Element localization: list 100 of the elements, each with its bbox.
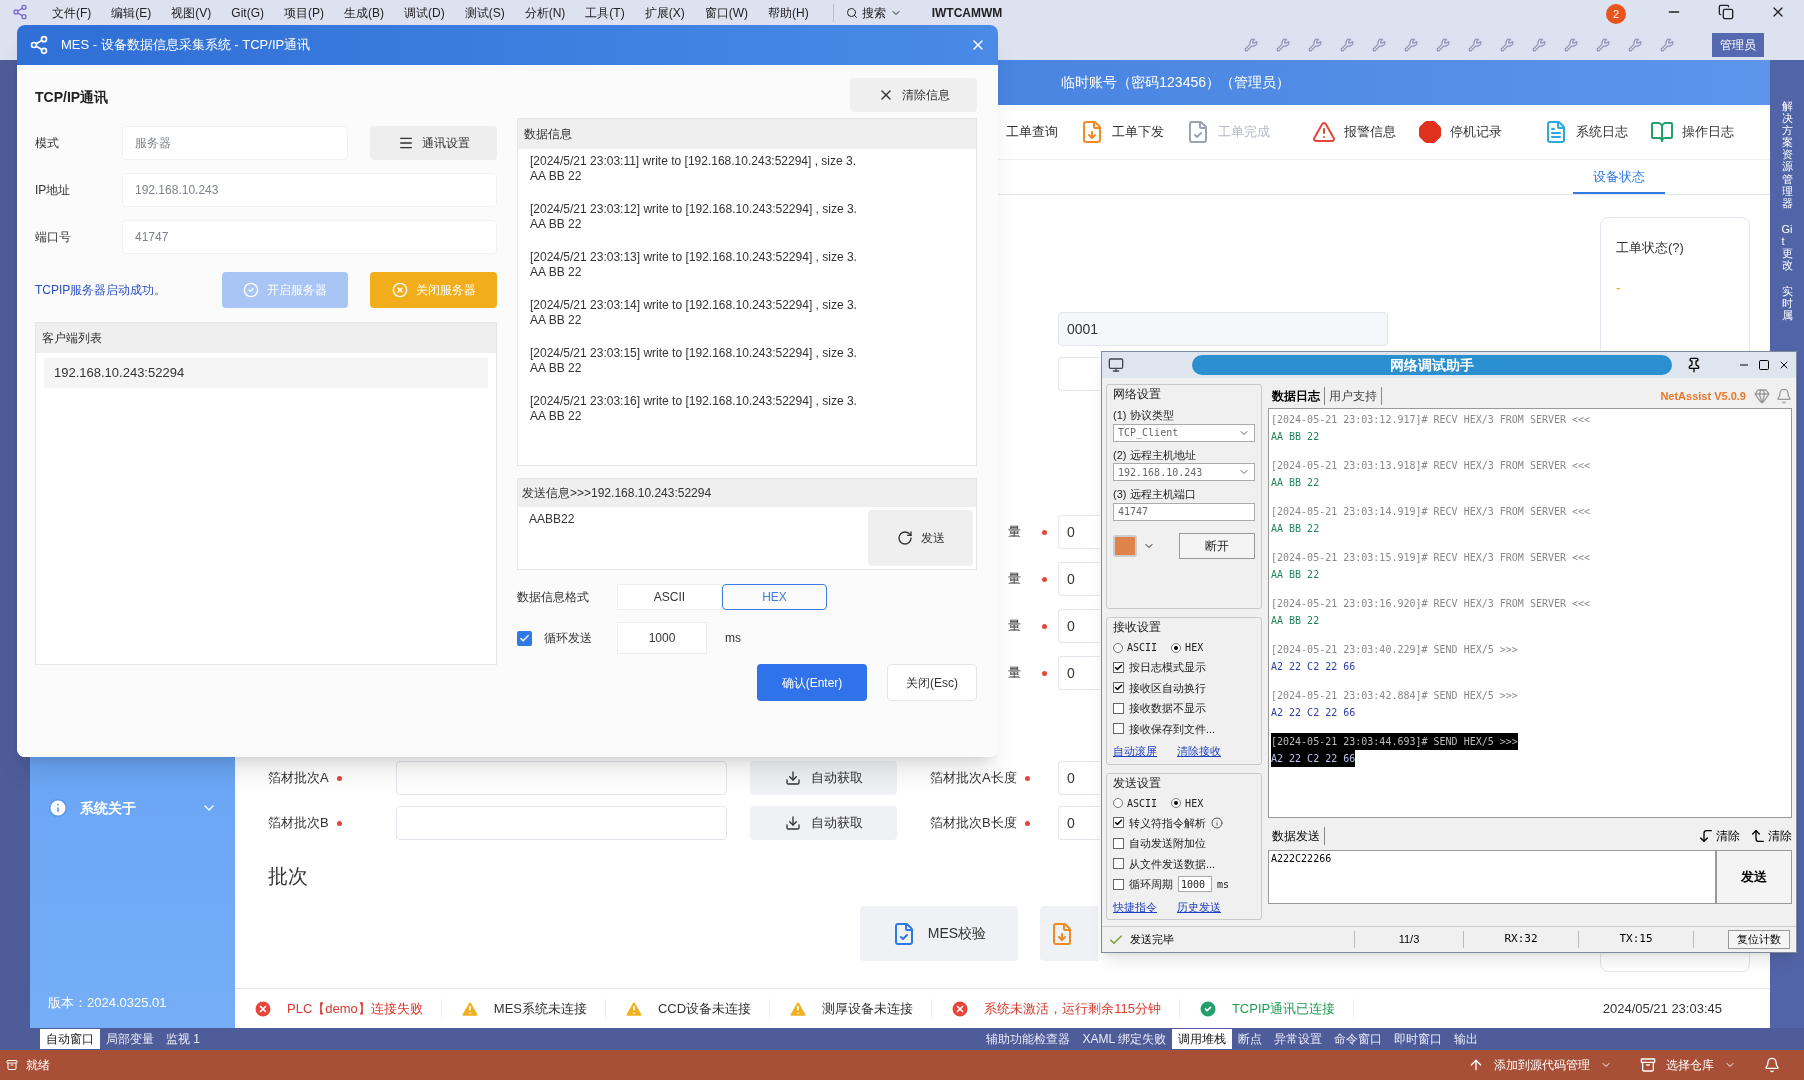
menu-item[interactable]: 生成(B)	[334, 4, 394, 22]
menu-item[interactable]: 调试(D)	[394, 4, 455, 22]
number-field[interactable]: 0	[1058, 656, 1100, 690]
bell-icon[interactable]	[1776, 388, 1792, 404]
clear-button[interactable]: 清除信息	[850, 78, 977, 112]
action-button[interactable]	[1040, 906, 1098, 961]
panel-tab[interactable]: 输出	[1448, 1029, 1484, 1049]
menu-item[interactable]: 项目(P)	[274, 4, 334, 22]
toolbar-icon[interactable]	[1308, 38, 1322, 52]
confirm-button[interactable]: 确认(Enter)	[757, 664, 867, 701]
toolbar-icon[interactable]	[1660, 38, 1674, 52]
reset-counter-button[interactable]: 复位计数	[1728, 930, 1790, 949]
side-tab[interactable]: 实时属	[1781, 281, 1793, 326]
menu-item[interactable]: 窗口(W)	[694, 4, 758, 22]
checkbox[interactable]	[1113, 723, 1124, 735]
link[interactable]: 清除接收	[1177, 743, 1221, 760]
menu-item[interactable]: 工具(T)	[575, 4, 635, 22]
auto-fetch-button[interactable]: 自动获取	[750, 806, 897, 840]
send-button[interactable]: 发送	[1716, 850, 1792, 904]
status-button[interactable]: 选择仓库	[1640, 1056, 1736, 1074]
checkbox[interactable]	[517, 630, 532, 646]
notification-badge[interactable]: 2	[1606, 4, 1626, 24]
disconnect-button[interactable]: 断开	[1179, 532, 1255, 559]
menu-item[interactable]: 测试(S)	[454, 4, 515, 22]
text-field[interactable]	[396, 761, 727, 795]
tab[interactable]: 数据发送	[1268, 827, 1325, 845]
panel-tab[interactable]: 即时窗口	[1388, 1029, 1448, 1049]
menu-item[interactable]: 帮助(H)	[758, 4, 819, 22]
number-field[interactable]: 0	[1058, 806, 1100, 840]
panel-tab[interactable]: 异常设置	[1268, 1029, 1328, 1049]
toolbar-icon[interactable]	[1372, 38, 1386, 52]
side-tab[interactable]: Git 更改	[1781, 218, 1793, 276]
protocol-dropdown[interactable]: TCP_Client	[1113, 423, 1255, 442]
host-dropdown[interactable]: 192.168.10.243	[1113, 463, 1255, 481]
toolbar-icon[interactable]	[1276, 38, 1290, 52]
checkbox[interactable]	[1113, 702, 1124, 714]
tab[interactable]: 数据日志	[1268, 387, 1325, 405]
clear-button[interactable]: 清除	[1698, 827, 1740, 845]
client-item[interactable]: 192.168.10.243:52294	[44, 358, 488, 388]
checkbox[interactable]	[1113, 858, 1124, 870]
gem-icon[interactable]	[1754, 388, 1770, 404]
checkbox[interactable]	[1113, 878, 1124, 890]
input-field[interactable]: 192.168.10.243	[122, 173, 497, 207]
settings-button[interactable]: 通讯设置	[370, 126, 497, 160]
link[interactable]: 快捷指令	[1113, 898, 1157, 915]
interval-field[interactable]: 1000	[617, 622, 707, 654]
toolbar-button[interactable]: 系统日志	[1544, 120, 1628, 144]
restore-icon[interactable]	[1718, 4, 1734, 20]
panel-tab[interactable]: 监视 1	[160, 1029, 206, 1049]
maximize-icon[interactable]	[1758, 359, 1770, 371]
menu-item[interactable]: 编辑(E)	[101, 4, 162, 22]
number-field[interactable]: 0	[1058, 761, 1100, 795]
text-field[interactable]	[1058, 357, 1100, 391]
panel-tab[interactable]: 局部变量	[100, 1029, 160, 1049]
auto-fetch-button[interactable]: 自动获取	[750, 761, 897, 795]
search-button[interactable]: 搜索	[832, 4, 902, 22]
close-icon[interactable]	[1778, 359, 1790, 371]
info-icon[interactable]	[1211, 816, 1223, 829]
number-field[interactable]: 0	[1058, 562, 1100, 596]
number-field[interactable]: 0	[1058, 609, 1100, 643]
toolbar-icon[interactable]	[1436, 38, 1450, 52]
pin-icon[interactable]	[1686, 357, 1702, 373]
format-option[interactable]: HEX	[722, 584, 827, 610]
input-field[interactable]: 服务器	[122, 126, 348, 160]
menu-item[interactable]: 分析(N)	[514, 4, 576, 22]
link[interactable]: 自动滚屏	[1113, 743, 1157, 760]
toolbar-button[interactable]: 操作日志	[1650, 120, 1734, 144]
checkbox[interactable]	[1113, 837, 1124, 849]
toolbar-icon[interactable]	[1596, 38, 1610, 52]
clear-button[interactable]: 清除	[1750, 827, 1792, 845]
panel-tab[interactable]: XAML 绑定失败	[1076, 1029, 1172, 1049]
interval-field[interactable]: 1000	[1178, 876, 1212, 893]
checkbox[interactable]	[1113, 661, 1124, 673]
send-input[interactable]: A222C22266	[1268, 850, 1716, 904]
toolbar-icon[interactable]	[1628, 38, 1642, 52]
checkbox[interactable]	[1113, 682, 1124, 694]
menu-item[interactable]: 扩展(X)	[634, 4, 695, 22]
bell-icon[interactable]	[1764, 1057, 1780, 1073]
format-option[interactable]: ASCII	[617, 584, 722, 610]
account-button[interactable]: 管理员	[1712, 33, 1764, 57]
toolbar-button[interactable]: 报警信息	[1312, 120, 1396, 144]
text-field[interactable]	[396, 806, 727, 840]
send-button[interactable]: 发送	[868, 510, 973, 566]
text-field[interactable]: 0001	[1058, 312, 1388, 346]
radio-button[interactable]	[1171, 798, 1182, 808]
link[interactable]: 历史发送	[1177, 898, 1221, 915]
panel-tab[interactable]: 断点	[1232, 1029, 1268, 1049]
toolbar-icon[interactable]	[1564, 38, 1578, 52]
panel-tab[interactable]: 自动窗口	[40, 1029, 100, 1049]
toolbar-icon[interactable]	[1532, 38, 1546, 52]
radio-button[interactable]	[1113, 798, 1123, 808]
input-field[interactable]: 41747	[122, 220, 497, 254]
menu-item[interactable]: 文件(F)	[42, 4, 102, 22]
menu-item[interactable]: Git(G)	[221, 4, 274, 22]
toolbar-icon[interactable]	[1500, 38, 1514, 52]
panel-tab[interactable]: 命令窗口	[1328, 1029, 1388, 1049]
status-button[interactable]: 添加到源代码管理	[1468, 1056, 1612, 1074]
close-button[interactable]: 关闭(Esc)	[887, 664, 977, 701]
verify-button[interactable]: MES校验	[860, 906, 1018, 961]
radio-button[interactable]	[1113, 642, 1123, 653]
